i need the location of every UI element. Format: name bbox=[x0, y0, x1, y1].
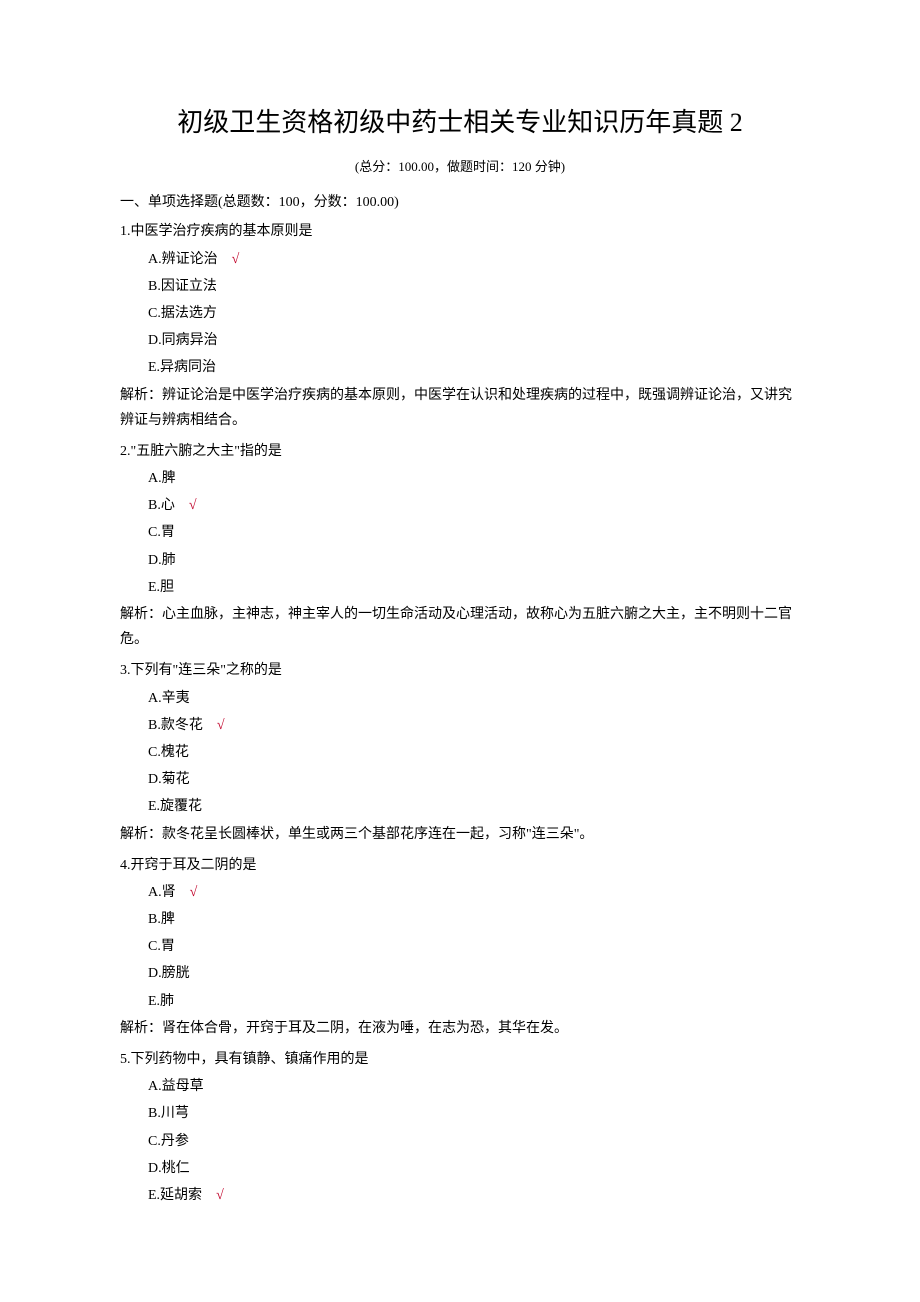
option: B.心 √ bbox=[120, 493, 800, 518]
option-label: E.旋覆花 bbox=[148, 799, 202, 814]
check-icon: √ bbox=[216, 1188, 224, 1203]
question-stem: 2."五脏六腑之大主"指的是 bbox=[120, 439, 800, 464]
exam-meta: (总分：100.00，做题时间：120 分钟) bbox=[120, 155, 800, 178]
option: B.款冬花 √ bbox=[120, 713, 800, 738]
analysis-text: 解析：心主血脉，主神志，神主宰人的一切生命活动及心理活动，故称心为五脏六腑之大主… bbox=[120, 602, 800, 652]
option-label: D.桃仁 bbox=[148, 1161, 190, 1176]
option-label: A.辛夷 bbox=[148, 691, 190, 706]
option-label: A.益母草 bbox=[148, 1079, 204, 1094]
option: D.膀胱 bbox=[120, 961, 800, 986]
option-label: C.槐花 bbox=[148, 745, 189, 760]
option: A.益母草 bbox=[120, 1074, 800, 1099]
option-label: D.同病异治 bbox=[148, 333, 218, 348]
option-label: C.丹参 bbox=[148, 1134, 189, 1149]
option: E.胆 bbox=[120, 575, 800, 600]
option: C.据法选方 bbox=[120, 301, 800, 326]
question-block: 4.开窍于耳及二阴的是 A.肾 √ B.脾 C.胃 D.膀胱 E.肺解析：肾在体合骨，开窍于… bbox=[120, 853, 800, 1041]
option: D.桃仁 bbox=[120, 1156, 800, 1181]
option: A.辛夷 bbox=[120, 686, 800, 711]
option: C.丹参 bbox=[120, 1129, 800, 1154]
option: E.延胡索 √ bbox=[120, 1183, 800, 1208]
option-label: B.款冬花 bbox=[148, 718, 203, 733]
option-label: C.胃 bbox=[148, 939, 175, 954]
option-label: B.心 bbox=[148, 498, 175, 513]
option-label: A.脾 bbox=[148, 471, 176, 486]
option-label: E.异病同治 bbox=[148, 360, 216, 375]
analysis-text: 解析：辨证论治是中医学治疗疾病的基本原则，中医学在认识和处理疾病的过程中，既强调… bbox=[120, 383, 800, 433]
section-heading: 一、单项选择题(总题数：100，分数：100.00) bbox=[120, 190, 800, 215]
option: B.脾 bbox=[120, 907, 800, 932]
option: A.辨证论治 √ bbox=[120, 247, 800, 272]
option: D.菊花 bbox=[120, 767, 800, 792]
page-title: 初级卫生资格初级中药士相关专业知识历年真题 2 bbox=[120, 100, 800, 147]
option: D.同病异治 bbox=[120, 328, 800, 353]
check-icon: √ bbox=[217, 718, 225, 733]
question-stem: 4.开窍于耳及二阴的是 bbox=[120, 853, 800, 878]
option-label: C.据法选方 bbox=[148, 306, 217, 321]
option-label: D.菊花 bbox=[148, 772, 190, 787]
option-label: B.脾 bbox=[148, 912, 175, 927]
analysis-text: 解析：肾在体合骨，开窍于耳及二阴，在液为唾，在志为恐，其华在发。 bbox=[120, 1016, 800, 1041]
question-block: 2."五脏六腑之大主"指的是 A.脾 B.心 √ C.胃 D.肺 E.胆解析：心主血脉，主神… bbox=[120, 439, 800, 653]
option: B.因证立法 bbox=[120, 274, 800, 299]
option-label: B.川芎 bbox=[148, 1106, 189, 1121]
option: E.旋覆花 bbox=[120, 794, 800, 819]
analysis-text: 解析：款冬花呈长圆棒状，单生或两三个基部花序连在一起，习称"连三朵"。 bbox=[120, 822, 800, 847]
option: A.肾 √ bbox=[120, 880, 800, 905]
option: E.异病同治 bbox=[120, 355, 800, 380]
check-icon: √ bbox=[190, 885, 198, 900]
question-stem: 5.下列药物中，具有镇静、镇痛作用的是 bbox=[120, 1047, 800, 1072]
option-label: D.膀胱 bbox=[148, 966, 190, 981]
option: B.川芎 bbox=[120, 1101, 800, 1126]
option: D.肺 bbox=[120, 548, 800, 573]
option-label: E.肺 bbox=[148, 994, 174, 1009]
option-label: A.辨证论治 bbox=[148, 252, 218, 267]
option-label: E.胆 bbox=[148, 580, 174, 595]
option-label: A.肾 bbox=[148, 885, 176, 900]
option-label: B.因证立法 bbox=[148, 279, 217, 294]
option: E.肺 bbox=[120, 989, 800, 1014]
option-label: D.肺 bbox=[148, 553, 176, 568]
option-label: C.胃 bbox=[148, 525, 175, 540]
question-stem: 3.下列有"连三朵"之称的是 bbox=[120, 658, 800, 683]
check-icon: √ bbox=[232, 252, 240, 267]
question-stem: 1.中医学治疗疾病的基本原则是 bbox=[120, 219, 800, 244]
option-label: E.延胡索 bbox=[148, 1188, 202, 1203]
option: A.脾 bbox=[120, 466, 800, 491]
option: C.胃 bbox=[120, 520, 800, 545]
option: C.胃 bbox=[120, 934, 800, 959]
question-block: 3.下列有"连三朵"之称的是 A.辛夷 B.款冬花 √ C.槐花 D.菊花 E.旋覆花解析：… bbox=[120, 658, 800, 846]
question-block: 1.中医学治疗疾病的基本原则是 A.辨证论治 √ B.因证立法 C.据法选方 D.同病异治… bbox=[120, 219, 800, 433]
check-icon: √ bbox=[189, 498, 197, 513]
option: C.槐花 bbox=[120, 740, 800, 765]
question-block: 5.下列药物中，具有镇静、镇痛作用的是 A.益母草 B.川芎 C.丹参 D.桃仁 E.延胡… bbox=[120, 1047, 800, 1208]
